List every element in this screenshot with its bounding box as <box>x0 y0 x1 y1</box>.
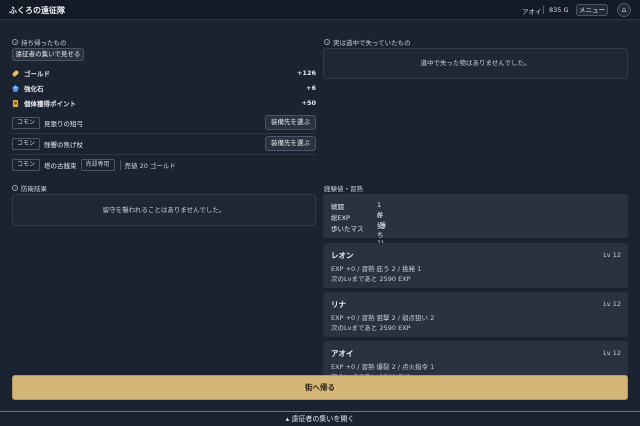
character-next-level: 次のLvまであと 2590 EXP <box>331 324 411 332</box>
open-gathering-bar[interactable]: ▴ 遠征者の集いを開く <box>0 411 640 426</box>
return-to-town-button[interactable]: 街へ帰る <box>12 375 628 400</box>
character-card: レオン Lv 12 EXP +0 / 習熟 庇う 2 / 挑発 1 次のLvまで… <box>323 243 628 288</box>
stone-icon <box>12 84 19 92</box>
character-exp-line: EXP +0 / 習熟 狙撃 2 / 弱点狙い 2 <box>331 314 435 322</box>
item-row: コモン 塔の古銭束 売却専用 売値 20 ゴールド <box>12 156 316 174</box>
item-name: 塔の古銭束 <box>44 162 77 170</box>
rarity-tag: コモン <box>12 159 41 171</box>
info-icon <box>12 39 18 45</box>
brought-back-heading: 持ち帰ったもの <box>12 37 67 47</box>
character-next-level: 次のLvまであと 2590 EXP <box>331 275 411 283</box>
item-name: 残響の焦げ杖 <box>44 141 84 149</box>
gold-amount: 835 G <box>549 6 569 14</box>
item-name: 見張りの短弓 <box>44 120 84 128</box>
app-title: ふくろの遠征隊 <box>9 6 65 15</box>
character-level: Lv 12 <box>603 300 621 308</box>
divider <box>12 154 316 155</box>
rarity-tag: コモン <box>12 138 41 150</box>
summary-row: 戦闘 1 件(勝ち 1) <box>331 201 387 247</box>
show-in-gathering-button[interactable]: 遠征者の集いで見せる <box>12 48 84 61</box>
item-row: コモン 残響の焦げ杖 装備先を選ぶ <box>12 135 316 153</box>
experience-heading: 経験値・習熟 <box>324 185 363 193</box>
character-level: Lv 12 <box>603 349 621 357</box>
lost-empty-message: 道中で失った物はありませんでした。 <box>323 48 628 79</box>
defense-heading: 防衛結果 <box>12 183 47 193</box>
choose-equip-button[interactable]: 装備先を選ぶ <box>265 136 316 151</box>
defense-empty-message: 留守を襲われることはありませんでした。 <box>12 194 316 226</box>
character-exp-line: EXP +0 / 習熟 爆裂 2 / 点火指令 1 <box>331 363 435 371</box>
summary-row: 総EXP 0 <box>331 212 382 222</box>
header-separator <box>543 6 544 14</box>
character-exp-line: EXP +0 / 習熟 庇う 2 / 挑発 1 <box>331 265 422 273</box>
resource-row-gold: ゴールド +126 <box>12 66 316 80</box>
coins-icon <box>12 69 19 77</box>
home-icon[interactable]: ⌂ <box>617 3 631 17</box>
resource-row-points: 個体獲得ポイント +50 <box>12 96 316 110</box>
sell-only-tag: 売却専用 <box>80 159 115 171</box>
menu-button[interactable]: メニュー <box>576 4 608 16</box>
info-icon <box>324 39 330 45</box>
battle-summary-card: 戦闘 1 件(勝ち 1) 総EXP 0 歩いたマス 32 <box>323 194 628 247</box>
divider <box>12 133 316 134</box>
character-name: アオイ <box>331 349 354 358</box>
character-card: リナ Lv 12 EXP +0 / 習熟 狙撃 2 / 弱点狙い 2 次のLvま… <box>323 292 628 337</box>
lost-heading: 実は道中で失っていたもの <box>324 37 411 47</box>
choose-equip-button[interactable]: 装備先を選ぶ <box>265 115 316 130</box>
badge-icon <box>12 99 19 107</box>
character-name: レオン <box>331 251 354 260</box>
item-row: コモン 見張りの短弓 装備先を選ぶ <box>12 114 316 132</box>
sell-price: 売値 20 ゴールド <box>119 160 176 170</box>
summary-row: 歩いたマス 32 <box>331 223 386 233</box>
character-level: Lv 12 <box>603 251 621 259</box>
info-icon <box>12 185 18 191</box>
resource-row-stone: 強化石 +6 <box>12 81 316 95</box>
character-name: リナ <box>331 300 346 309</box>
rarity-tag: コモン <box>12 117 41 129</box>
app-header: ふくろの遠征隊 アオイ 835 G メニュー ⌂ <box>0 0 640 20</box>
user-name: アオイ <box>522 8 542 16</box>
